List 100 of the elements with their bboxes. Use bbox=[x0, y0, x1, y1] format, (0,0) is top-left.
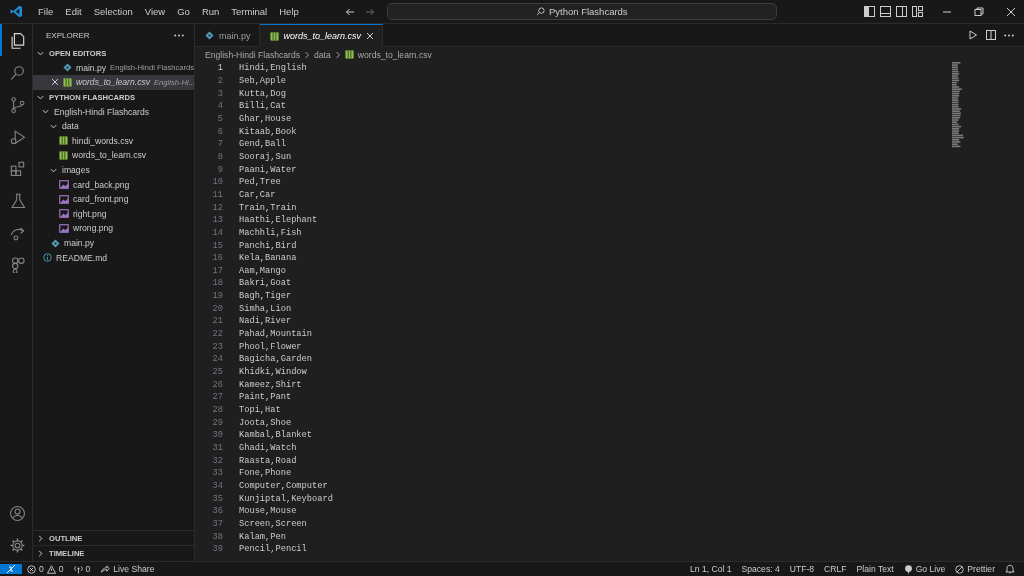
line-number: 25 bbox=[211, 367, 223, 378]
python-file-icon bbox=[51, 238, 60, 248]
line-number: 8 bbox=[216, 151, 223, 162]
editor-tab[interactable]: words_to_learn.csv bbox=[259, 24, 384, 47]
settings-icon[interactable] bbox=[8, 536, 26, 554]
status-item[interactable]: Spaces: 4 bbox=[736, 564, 785, 574]
minimap[interactable] bbox=[952, 62, 966, 148]
code-line: Pencil,Pencil bbox=[239, 544, 307, 555]
image-file-icon bbox=[59, 209, 69, 219]
customize-layout-icon[interactable] bbox=[912, 6, 923, 17]
more-actions-icon[interactable] bbox=[1004, 33, 1014, 37]
antenna-icon bbox=[73, 564, 83, 574]
line-number: 24 bbox=[211, 354, 223, 365]
line-number: 1 bbox=[216, 63, 223, 74]
code-line: Billi,Cat bbox=[239, 101, 286, 112]
toggle-secondary-sidebar-icon[interactable] bbox=[896, 6, 907, 17]
line-number: 22 bbox=[211, 329, 223, 340]
explorer-file[interactable]: words_to_learn.csv bbox=[33, 148, 194, 163]
live-share-button[interactable]: Live Share bbox=[95, 564, 160, 574]
folder-item[interactable]: data bbox=[33, 118, 194, 134]
warning-icon bbox=[46, 564, 56, 574]
image-file-icon bbox=[59, 194, 69, 204]
explorer-file[interactable]: README.md bbox=[33, 250, 194, 265]
code-line: Paani,Water bbox=[239, 164, 297, 175]
code-line: Ped,Tree bbox=[239, 177, 281, 188]
line-number: 23 bbox=[211, 341, 223, 352]
line-number: 5 bbox=[216, 113, 223, 124]
account-icon[interactable] bbox=[8, 504, 26, 522]
back-arrow-icon[interactable] bbox=[344, 6, 355, 17]
menu-item[interactable]: Run bbox=[195, 4, 226, 19]
run-icon[interactable] bbox=[968, 30, 978, 40]
code-line: Kutta,Dog bbox=[239, 88, 286, 99]
code-line: Fone,Phone bbox=[239, 468, 292, 479]
status-item[interactable]: Ln 1, Col 1 bbox=[684, 564, 737, 574]
toggle-sidebar-icon[interactable] bbox=[864, 6, 875, 17]
line-number: 9 bbox=[216, 164, 223, 175]
status-item[interactable]: CRLF bbox=[819, 564, 852, 574]
line-number: 34 bbox=[211, 481, 223, 491]
prettier-status[interactable]: Prettier bbox=[950, 564, 1000, 574]
line-number: 39 bbox=[211, 544, 223, 555]
explorer-file[interactable]: card_back.png bbox=[33, 177, 194, 192]
toggle-panel-icon[interactable] bbox=[880, 6, 891, 17]
code-line: Topi,Hat bbox=[239, 405, 281, 416]
bell-icon[interactable] bbox=[1005, 564, 1015, 574]
close-icon[interactable] bbox=[366, 32, 375, 40]
status-item[interactable]: Plain Text bbox=[851, 564, 899, 574]
remote-icon bbox=[6, 564, 16, 574]
code-line: Raasta,Road bbox=[239, 455, 297, 466]
line-number: 17 bbox=[211, 265, 223, 276]
menu-item[interactable]: Selection bbox=[87, 4, 139, 19]
code-line: Bakri,Goat bbox=[239, 278, 292, 289]
code-line: Paint,Pant bbox=[239, 392, 292, 403]
line-number: 19 bbox=[211, 291, 223, 302]
menu-item[interactable]: Edit bbox=[59, 4, 88, 19]
explorer-file[interactable]: right.png bbox=[33, 206, 194, 222]
table-file-icon bbox=[344, 50, 354, 59]
menu-item[interactable]: Help bbox=[273, 4, 305, 19]
line-number: 37 bbox=[211, 518, 223, 529]
line-number: 10 bbox=[211, 177, 223, 188]
explorer-file[interactable]: wrong.png bbox=[33, 221, 194, 236]
search-icon bbox=[535, 7, 545, 16]
line-number: 12 bbox=[211, 202, 223, 213]
menu-item[interactable]: File bbox=[32, 4, 60, 19]
split-editor-icon[interactable] bbox=[986, 30, 996, 40]
line-number: 33 bbox=[211, 468, 223, 479]
menu-item[interactable]: View bbox=[138, 4, 172, 19]
explorer-file[interactable]: main.py bbox=[33, 235, 194, 251]
breadcrumb-item[interactable]: data bbox=[314, 49, 331, 60]
python-file-icon bbox=[63, 63, 72, 73]
breadcrumb-item[interactable]: words_to_learn.csv bbox=[344, 49, 432, 60]
app-logo-icon bbox=[9, 5, 23, 18]
more-actions-icon[interactable] bbox=[174, 33, 184, 37]
problems-status[interactable]: 0 0 bbox=[22, 564, 69, 574]
code-line: Khidki,Window bbox=[239, 367, 307, 378]
breadcrumb-item[interactable]: English-Hindi Flashcards bbox=[205, 49, 301, 60]
code-line: Sooraj,Sun bbox=[239, 151, 292, 162]
code-line: Mouse,Mouse bbox=[239, 506, 297, 517]
restore-icon[interactable] bbox=[974, 6, 984, 17]
menu-item[interactable]: Terminal bbox=[225, 4, 274, 19]
remote-button[interactable] bbox=[0, 564, 22, 574]
folder-item[interactable]: images bbox=[33, 162, 194, 178]
command-center-search[interactable]: Python Flashcards bbox=[386, 3, 777, 20]
editor-tab[interactable]: main.py bbox=[195, 24, 260, 46]
line-number: 4 bbox=[216, 101, 223, 112]
live-share-icon bbox=[100, 564, 111, 574]
status-item[interactable]: UTF-8 bbox=[784, 564, 820, 574]
code-line: Aam,Mango bbox=[239, 265, 286, 276]
menu-item[interactable]: Go bbox=[171, 4, 196, 19]
go-live-button[interactable]: Go Live bbox=[898, 564, 951, 574]
ports-status[interactable]: 0 bbox=[68, 564, 96, 574]
folder-item[interactable]: English-Hindi Flashcards bbox=[33, 104, 194, 119]
close-icon[interactable] bbox=[51, 78, 59, 87]
code-line: Computer,Computer bbox=[239, 481, 328, 491]
line-number: 14 bbox=[211, 227, 223, 238]
line-number: 16 bbox=[211, 253, 223, 264]
explorer-file[interactable]: card_front.png bbox=[33, 191, 194, 207]
close-icon[interactable] bbox=[1006, 6, 1016, 17]
line-number: 13 bbox=[211, 215, 223, 226]
code-line: Kitaab,Book bbox=[239, 126, 297, 137]
explorer-file[interactable]: hindi_words.csv bbox=[33, 133, 194, 149]
